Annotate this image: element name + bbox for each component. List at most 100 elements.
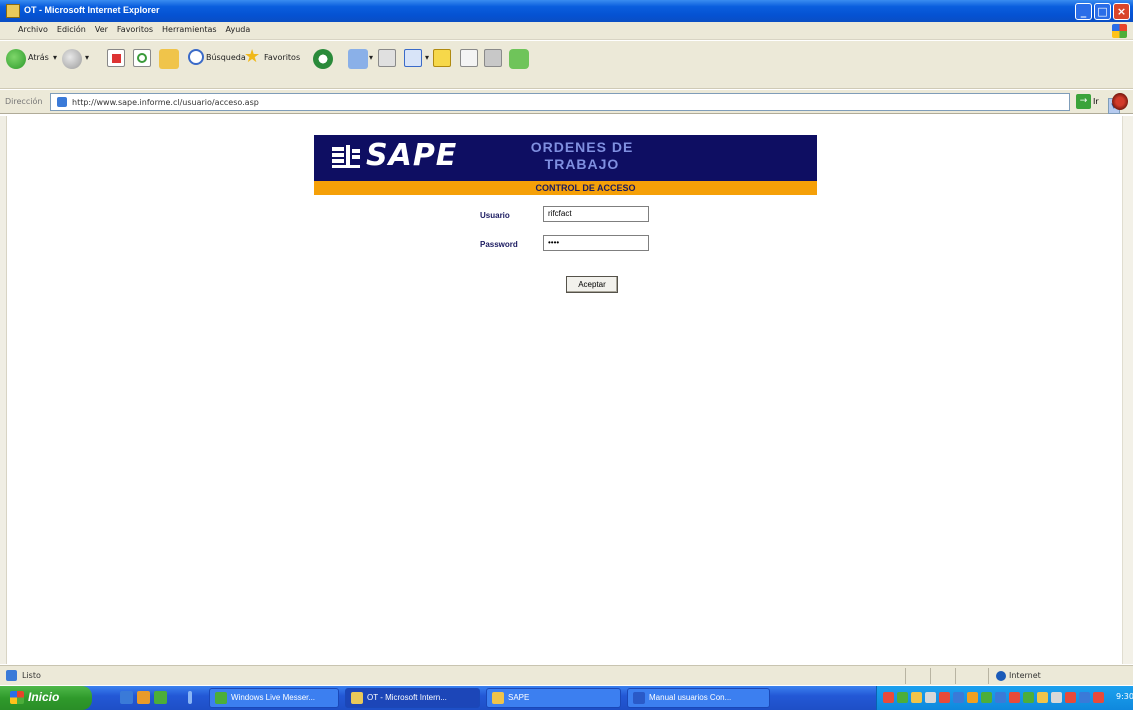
history-icon[interactable] xyxy=(313,49,333,69)
internet-zone-icon xyxy=(996,671,1006,681)
mail-icon[interactable] xyxy=(348,49,368,69)
toolbar: Atrás ▾ ▾ Búsqueda ★ Favoritos ▾ ▾ xyxy=(0,41,1133,89)
status-divider xyxy=(905,668,906,684)
home-icon[interactable] xyxy=(159,49,179,69)
section-title: CONTROL DE ACCESO xyxy=(535,183,636,193)
norton-icon[interactable] xyxy=(1112,93,1128,110)
maximize-button[interactable]: □ xyxy=(1094,3,1111,20)
password-input[interactable]: •••• xyxy=(543,235,649,251)
refresh-icon[interactable] xyxy=(133,49,151,67)
windows-flag-icon xyxy=(10,691,24,704)
quicklaunch-expand-icon[interactable] xyxy=(188,691,192,704)
tray-icon[interactable] xyxy=(911,692,922,703)
discuss-icon[interactable] xyxy=(433,49,451,67)
page-content xyxy=(6,116,1122,664)
menu-archivo[interactable]: Archivo xyxy=(18,25,48,34)
menu-ayuda[interactable]: Ayuda xyxy=(226,25,251,34)
messenger-icon[interactable] xyxy=(484,49,502,67)
status-text: Listo xyxy=(22,671,41,680)
people-icon[interactable] xyxy=(509,49,529,69)
task-sape[interactable]: SAPE xyxy=(486,688,621,708)
header-banner: SAPE ORDENES DE TRABAJO xyxy=(314,135,817,181)
address-url[interactable]: http://www.sape.informe.cl/usuario/acces… xyxy=(72,98,259,107)
status-divider xyxy=(988,668,989,684)
window-title: OT - Microsoft Internet Explorer xyxy=(24,5,160,15)
vertical-scrollbar[interactable] xyxy=(1122,116,1133,664)
search-icon[interactable] xyxy=(188,49,204,65)
usuario-label: Usuario xyxy=(480,211,510,220)
page-icon xyxy=(57,97,67,107)
sape-logo-icon xyxy=(332,145,360,168)
aceptar-button[interactable]: Aceptar xyxy=(566,276,618,293)
task-label: Manual usuarios Con... xyxy=(649,693,732,702)
favorites-label[interactable]: Favoritos xyxy=(264,53,300,62)
tray-icon[interactable] xyxy=(1023,692,1034,703)
tray-icon[interactable] xyxy=(1009,692,1020,703)
tray-icon[interactable] xyxy=(953,692,964,703)
tray-icon[interactable] xyxy=(1037,692,1048,703)
task-messenger[interactable]: Windows Live Messer... xyxy=(209,688,339,708)
address-input[interactable]: http://www.sape.informe.cl/usuario/acces… xyxy=(50,93,1120,114)
search-label[interactable]: Búsqueda xyxy=(206,53,246,62)
menu-items: Archivo Edición Ver Favoritos Herramient… xyxy=(18,25,250,34)
menu-edicion[interactable]: Edición xyxy=(57,25,86,34)
section-bar: CONTROL DE ACCESO xyxy=(314,181,817,195)
mail-dropdown-icon[interactable]: ▾ xyxy=(369,53,373,62)
minimize-button[interactable]: _ xyxy=(1075,3,1092,20)
go-arrow-icon[interactable]: → xyxy=(1076,94,1091,109)
research-icon[interactable] xyxy=(460,49,478,67)
task-ie[interactable]: OT - Microsoft Intern... xyxy=(345,688,480,708)
back-label[interactable]: Atrás xyxy=(28,53,49,62)
tray-icon[interactable] xyxy=(1065,692,1076,703)
edit-dropdown-icon[interactable]: ▾ xyxy=(425,53,429,62)
tray-icon[interactable] xyxy=(925,692,936,703)
go-button[interactable]: Ir xyxy=(1093,97,1099,106)
favorites-star-icon[interactable]: ★ xyxy=(244,46,260,67)
status-bar: Listo Internet xyxy=(0,665,1133,685)
title-bar[interactable]: OT - Microsoft Internet Explorer _ □ × xyxy=(0,0,1133,22)
tray-icon[interactable] xyxy=(939,692,950,703)
task-label: SAPE xyxy=(508,693,530,702)
usuario-input[interactable]: rifcfact xyxy=(543,206,649,222)
back-dropdown-icon[interactable]: ▾ xyxy=(53,53,57,62)
messenger-icon xyxy=(215,692,227,704)
back-icon[interactable] xyxy=(6,49,26,69)
menu-ver[interactable]: Ver xyxy=(95,25,108,34)
security-zone: Internet xyxy=(1009,671,1041,680)
stop-icon[interactable] xyxy=(107,49,125,67)
edit-icon[interactable] xyxy=(404,49,422,67)
start-label: Inicio xyxy=(28,690,60,704)
taskbar: Inicio Windows Live Messer... OT - Micro… xyxy=(0,686,1133,710)
tray-icon[interactable] xyxy=(1093,692,1104,703)
ie-icon xyxy=(6,4,20,18)
tray-icon[interactable] xyxy=(995,692,1006,703)
status-divider xyxy=(955,668,956,684)
folder-icon xyxy=(492,692,504,704)
word-icon xyxy=(633,692,645,704)
address-bar: Dirección http://www.sape.informe.cl/usu… xyxy=(0,90,1133,114)
password-label: Password xyxy=(480,240,518,249)
tray-icon[interactable] xyxy=(967,692,978,703)
print-icon[interactable] xyxy=(378,49,396,67)
quicklaunch-media-icon[interactable] xyxy=(137,691,150,704)
close-button[interactable]: × xyxy=(1113,3,1130,20)
menu-favoritos[interactable]: Favoritos xyxy=(117,25,153,34)
start-button[interactable]: Inicio xyxy=(0,686,92,710)
system-tray: 9:30 xyxy=(876,686,1133,710)
tray-icon[interactable] xyxy=(981,692,992,703)
forward-dropdown-icon[interactable]: ▾ xyxy=(85,53,89,62)
menu-herramientas[interactable]: Herramientas xyxy=(162,25,217,34)
address-label: Dirección xyxy=(5,97,43,106)
windows-logo-icon xyxy=(1112,24,1127,38)
tray-icon[interactable] xyxy=(1079,692,1090,703)
ie-icon xyxy=(351,692,363,704)
tray-icon[interactable] xyxy=(883,692,894,703)
tray-icon[interactable] xyxy=(897,692,908,703)
forward-icon[interactable] xyxy=(62,49,82,69)
task-manual[interactable]: Manual usuarios Con... xyxy=(627,688,770,708)
page-status-icon xyxy=(6,670,17,681)
menu-bar: Archivo Edición Ver Favoritos Herramient… xyxy=(0,22,1133,40)
tray-icon[interactable] xyxy=(1051,692,1062,703)
quicklaunch-messenger-icon[interactable] xyxy=(154,691,167,704)
quicklaunch-ie-icon[interactable] xyxy=(120,691,133,704)
